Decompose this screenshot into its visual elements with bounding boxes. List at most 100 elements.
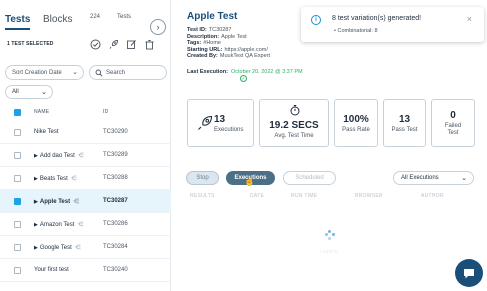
metadata-value[interactable]: https://apple.com/ — [224, 47, 267, 53]
metadata-line: Starting URL: https://apple.com/ — [187, 47, 270, 54]
table-row[interactable]: ▶ Amazon Test ⋲ TC30286 — [0, 213, 171, 236]
test-name-label: Your first test — [34, 267, 69, 273]
loading-spinner-icon — [325, 230, 335, 240]
test-name-label: Nike Test — [34, 129, 59, 135]
variations-tree-icon: ⋲ — [77, 153, 84, 159]
stopwatch-icon — [290, 105, 300, 116]
stat-label: Failed Test — [444, 123, 462, 136]
row-checkbox[interactable] — [14, 267, 21, 274]
test-id: TC30286 — [103, 221, 128, 227]
test-name[interactable]: ▶ Beats Test ⋲ — [34, 175, 77, 182]
column-id: ID — [103, 109, 109, 115]
table-row[interactable]: ▶ Apple Test ⋲ TC30287 — [0, 190, 171, 213]
test-count: 224 — [90, 14, 101, 20]
last-execution-date: October 20, 2022 @ 3:37 PM — [230, 69, 303, 75]
executions-filter-dropdown[interactable]: All Executions ⌄ — [393, 171, 474, 185]
stat-label: Avg. Test Time — [274, 133, 314, 139]
chat-button[interactable] — [455, 259, 483, 287]
last-execution: Last Execution: October 20, 2022 @ 3:37 P… — [187, 69, 303, 75]
metadata-label: Description: — [187, 33, 220, 40]
rocket-icon — [198, 115, 213, 130]
table-row[interactable]: ▶ Google Test ⋲ TC30284 — [0, 236, 171, 259]
last-execution-label: Last Execution: — [187, 69, 228, 75]
sort-dropdown[interactable]: Sort Creation Date ⌄ — [5, 65, 84, 80]
search-placeholder: Search — [106, 70, 126, 76]
close-icon[interactable]: × — [467, 14, 472, 24]
run-test-button[interactable] — [107, 38, 120, 51]
test-id: TC30287 — [103, 198, 128, 204]
test-name-label: Apple Test — [39, 199, 71, 205]
table-row[interactable]: ▶ Add dao Test ⋲ TC30289 — [0, 144, 171, 167]
table-row[interactable]: Your first test TC30240 — [0, 259, 171, 282]
stop-button[interactable]: Stop — [186, 171, 219, 185]
variations-tree-icon: ⋲ — [74, 245, 81, 251]
row-checkbox[interactable] — [14, 244, 21, 251]
expand-arrow-icon[interactable]: ▶ — [34, 199, 38, 205]
panel-tabs: Tests Blocks 224 Tests › — [0, 10, 171, 35]
test-name[interactable]: ▶ Apple Test ⋲ — [34, 198, 79, 205]
chevron-down-icon: ⌄ — [72, 69, 78, 76]
toast-detail-text: Combinatorial: 8 — [337, 28, 378, 34]
test-name[interactable]: Your first test — [34, 267, 69, 273]
page-title: Apple Test — [187, 11, 238, 22]
column-date: DATE — [250, 193, 265, 199]
row-checkbox[interactable] — [14, 152, 21, 159]
loading-text: Loading — [320, 249, 338, 255]
stat-failed-test: 0 Failed Test — [431, 99, 475, 147]
column-results: RESULTS — [190, 193, 215, 199]
tab-blocks[interactable]: Blocks — [43, 14, 72, 25]
metadata-line: Tags: #Home — [187, 40, 270, 47]
stat-value: 13 — [398, 114, 411, 125]
collapse-panel-button[interactable]: › — [150, 19, 166, 35]
test-name-label: Amazon Test — [39, 222, 75, 228]
variations-tree-icon: ⋲ — [73, 199, 80, 205]
toast-detail: • Combinatorial: 8 — [334, 28, 378, 34]
edit-test-button[interactable] — [125, 38, 138, 51]
check-all-button[interactable] — [89, 38, 102, 51]
row-checkbox[interactable] — [14, 129, 21, 136]
edit-icon — [127, 40, 136, 49]
test-id: TC30240 — [103, 267, 128, 273]
tab-tests[interactable]: Tests — [5, 14, 31, 30]
test-name[interactable]: Nike Test — [34, 129, 59, 135]
sort-value: Sort Creation Date — [12, 70, 62, 76]
test-name-label: Add dao Test — [39, 153, 75, 159]
row-checkbox[interactable] — [14, 175, 21, 182]
metadata-line: Test ID: TC30287 — [187, 27, 270, 34]
metadata-label: Test ID: — [187, 27, 207, 33]
table-row[interactable]: ▶ Beats Test ⋲ TC30288 — [0, 167, 171, 190]
row-checkbox[interactable] — [14, 221, 21, 228]
filter-value: All — [12, 89, 19, 95]
search-input[interactable]: Search — [89, 65, 167, 80]
selection-count: 1 TEST SELECTED — [7, 41, 54, 47]
delete-test-button[interactable] — [143, 38, 156, 51]
metadata-value: TC30287 — [208, 27, 232, 33]
toast-message: 8 test variation(s) generated! — [332, 15, 422, 22]
metadata-line: Description: Apple Test — [187, 34, 270, 41]
table-row[interactable]: Nike Test TC30290 — [0, 121, 171, 144]
metadata-label: Tags: — [187, 40, 202, 47]
stat-executions: 13 Executions — [187, 99, 254, 147]
expand-arrow-icon[interactable]: ▶ — [34, 176, 38, 182]
chevron-down-icon: ⌄ — [461, 175, 467, 182]
scheduled-tab-button[interactable]: Scheduled — [283, 171, 336, 185]
notification-toast: i 8 test variation(s) generated! • Combi… — [301, 7, 484, 42]
expand-arrow-icon[interactable]: ▶ — [34, 245, 38, 251]
success-check-icon: ✓ — [240, 75, 247, 82]
rocket-icon — [109, 40, 118, 49]
hand-cursor-icon: ☝ — [244, 176, 256, 186]
stat-value: 0 — [450, 110, 456, 121]
search-icon — [95, 69, 103, 77]
trash-icon — [145, 40, 154, 50]
test-count-label: Tests — [117, 14, 132, 20]
row-checkbox[interactable] — [14, 198, 21, 205]
expand-arrow-icon[interactable]: ▶ — [34, 222, 38, 228]
test-name[interactable]: ▶ Add dao Test ⋲ — [34, 152, 84, 159]
info-icon: i — [311, 15, 321, 25]
test-name[interactable]: ▶ Amazon Test ⋲ — [34, 221, 83, 228]
stat-label: Executions — [214, 127, 244, 133]
expand-arrow-icon[interactable]: ▶ — [34, 153, 38, 159]
select-all-checkbox[interactable] — [14, 109, 21, 116]
test-name[interactable]: ▶ Google Test ⋲ — [34, 244, 81, 251]
filter-dropdown[interactable]: All ⌄ — [5, 85, 53, 99]
